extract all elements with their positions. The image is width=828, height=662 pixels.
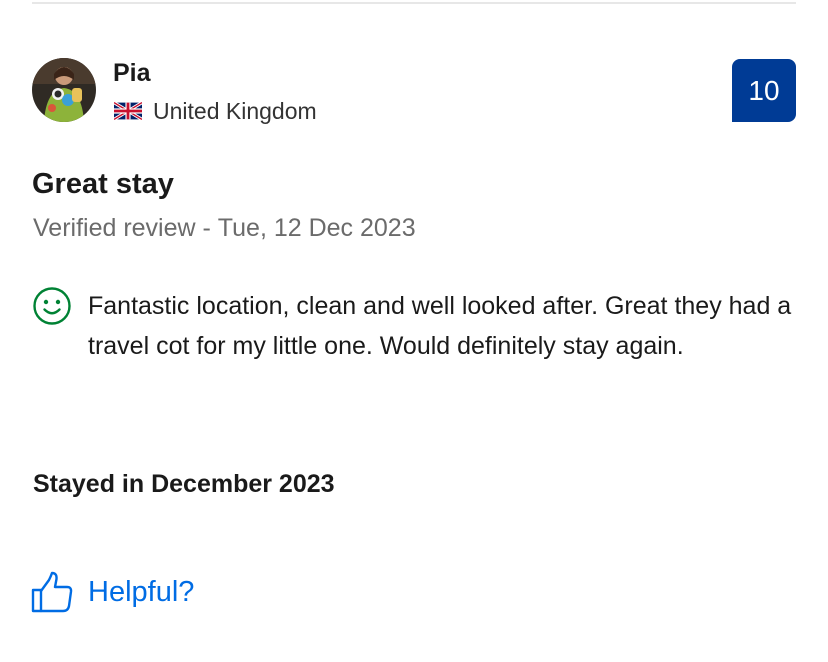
- review-score-badge: 10: [732, 59, 796, 122]
- country-name: United Kingdom: [153, 98, 317, 124]
- review-score: 10: [748, 74, 780, 106]
- review-title: Great stay: [32, 168, 174, 200]
- uk-flag-icon: [114, 102, 142, 120]
- review-date: Tue, 12 Dec 2023: [217, 214, 416, 242]
- reviewer-country: United Kingdom: [114, 96, 317, 126]
- meta-separator: -: [195, 214, 218, 242]
- avatar-photo: [32, 58, 96, 122]
- verified-label: Verified review: [33, 214, 196, 242]
- smiley-face-icon: [33, 287, 71, 325]
- reviewer-name: Pia: [113, 59, 151, 87]
- stay-date: Stayed in December 2023: [33, 470, 335, 498]
- top-divider: [32, 2, 796, 4]
- helpful-label: Helpful?: [88, 576, 195, 608]
- thumbs-up-icon: [31, 571, 73, 613]
- review-meta: Verified review - Tue, 12 Dec 2023: [33, 212, 416, 244]
- helpful-button[interactable]: Helpful?: [30, 570, 194, 614]
- review-positive-text: Fantastic location, clean and well looke…: [88, 292, 792, 360]
- reviewer-avatar: [32, 58, 96, 122]
